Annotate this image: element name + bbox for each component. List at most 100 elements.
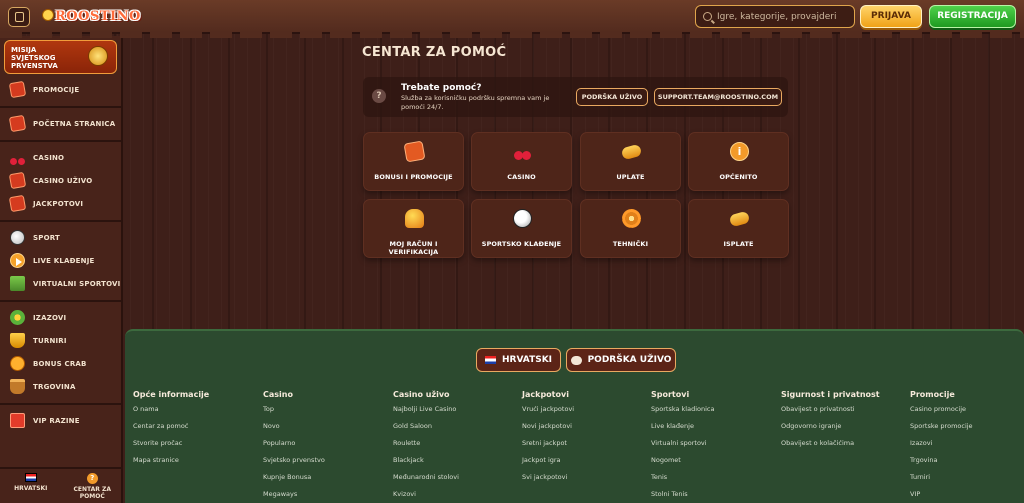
sidebar-item-promocije[interactable]: PROMOCIJE	[0, 78, 121, 101]
footer-link[interactable]: Sportske promocije	[910, 422, 973, 430]
footer-link[interactable]: Novo	[263, 422, 325, 430]
footer-link[interactable]: Stolni Tenis	[651, 490, 714, 498]
login-button[interactable]: PRIJAVA	[860, 5, 922, 28]
footer-link[interactable]: Mapa stranice	[133, 456, 209, 464]
sidebar-item-bonus-crab[interactable]: BONUS CRAB	[0, 352, 121, 375]
footer-link[interactable]: Međunarodni stolovi	[393, 473, 459, 481]
trophy-icon	[88, 46, 108, 66]
search-box[interactable]	[695, 5, 855, 28]
sidebar-item-virtualni-sportovi[interactable]: VIRTUALNI SPORTOVI	[0, 272, 121, 295]
sidebar-item-vip-razine[interactable]: VIP RAZINE	[0, 409, 121, 432]
footer-column-casino-uzivo: Casino uživo Najbolji Live Casino Gold S…	[393, 390, 459, 503]
footer-link[interactable]: Megaways	[263, 490, 325, 498]
help-tile-casino[interactable]: CASINO	[471, 132, 572, 191]
footer-link[interactable]: Tenis	[651, 473, 714, 481]
footer-link[interactable]: Odgovorno igranje	[781, 422, 880, 430]
sidebar-item-izazovi[interactable]: IZAZOVI	[0, 306, 121, 329]
footer-link[interactable]: VIP	[910, 490, 973, 498]
sidebar-item-label: JACKPOTOVI	[33, 199, 84, 208]
support-email-button[interactable]: SUPPORT.TEAM@ROOSTINO.COM	[654, 88, 782, 106]
sidebar-item-home[interactable]: POČETNA STRANICA	[0, 112, 121, 135]
bonus-icon	[403, 140, 426, 163]
rooster-icon	[405, 209, 424, 228]
sidebar-item-casino-uzivo[interactable]: CASINO UŽIVO	[0, 169, 121, 192]
sidebar-toggle-button[interactable]	[8, 7, 30, 27]
mission-banner[interactable]: MISIJA SVJETSKOG PRVENSTVA	[4, 40, 117, 74]
soccer-ball-icon	[10, 230, 25, 245]
help-tile-uplate[interactable]: UPLATE	[580, 132, 681, 191]
footer-link[interactable]: Turniri	[910, 473, 973, 481]
footer-link[interactable]: Roulette	[393, 439, 459, 447]
footer-link[interactable]: Svi jackpotovi	[522, 473, 574, 481]
sidebar-item-live-kladenje[interactable]: LIVE KLAĐENJE	[0, 249, 121, 272]
footer-link[interactable]: Centar za pomoć	[133, 422, 209, 430]
sidebar-item-trgovina[interactable]: TRGOVINA	[0, 375, 121, 398]
logo[interactable]: ROOSTINO	[42, 4, 141, 32]
footer-link[interactable]: Jackpot igra	[522, 456, 574, 464]
help-tile-label: MOJ RAČUN I VERIFIKACIJA	[388, 240, 439, 256]
footer-link[interactable]: Casino promocije	[910, 405, 973, 413]
help-tile-tehnicki[interactable]: TEHNIČKI	[580, 199, 681, 258]
sidebar-footer: HRVATSKI ? CENTAR ZA POMOĆ	[0, 467, 123, 503]
support-label: PODRŠKA UŽIVO	[587, 355, 672, 365]
footer-link[interactable]: Nogomet	[651, 456, 714, 464]
croatian-flag-icon	[484, 356, 496, 364]
help-tile-sportsko-kladenje[interactable]: SPORTSKO KLAĐENJE	[471, 199, 572, 258]
footer-link[interactable]: Trgovina	[910, 456, 973, 464]
footer-link[interactable]: Kupnje Bonusa	[263, 473, 325, 481]
cherry-icon	[513, 142, 532, 161]
footer-link[interactable]: Obavijest o kolačićima	[781, 439, 880, 447]
question-icon: ?	[372, 89, 386, 103]
sidebar-help-label: CENTAR ZA POMOĆ	[73, 486, 112, 500]
footer-link[interactable]: Blackjack	[393, 456, 459, 464]
sidebar-help-button[interactable]: ? CENTAR ZA POMOĆ	[62, 469, 124, 503]
footer-link[interactable]: Najbolji Live Casino	[393, 405, 459, 413]
sidebar-item-label: TRGOVINA	[33, 382, 76, 391]
footer-link[interactable]: Novi jackpotovi	[522, 422, 574, 430]
register-button[interactable]: REGISTRACIJA	[929, 5, 1016, 28]
help-tile-opcenito[interactable]: i OPĆENITO	[688, 132, 789, 191]
nav-group-challenges: IZAZOVI TURNIRI BONUS CRAB TRGOVINA	[0, 302, 121, 405]
footer-link[interactable]: Virtualni sportovi	[651, 439, 714, 447]
cards-icon	[8, 171, 27, 190]
help-tile-label: TEHNIČKI	[612, 240, 649, 248]
gear-icon	[622, 209, 641, 228]
footer-link[interactable]: Izazovi	[910, 439, 973, 447]
footer-link[interactable]: Obavijest o privatnosti	[781, 405, 880, 413]
language-label: HRVATSKI	[501, 355, 553, 365]
footer-link[interactable]: Kvizovi	[393, 490, 459, 498]
help-banner: ? Trebate pomoć? Služba za korisničku po…	[363, 77, 788, 117]
footer-link[interactable]: Stvorite pročac	[133, 439, 209, 447]
sidebar-item-label: VIP RAZINE	[33, 416, 80, 425]
page-title: CENTAR ZA POMOĆ	[362, 45, 507, 60]
logo-text: ROOSTINO	[55, 9, 141, 24]
home-icon	[8, 114, 27, 133]
help-tile-bonusi[interactable]: BONUSI I PROMOCIJE	[363, 132, 464, 191]
language-button[interactable]: HRVATSKI	[476, 348, 561, 372]
coin-icon	[620, 143, 643, 161]
footer-link[interactable]: Vrući jackpotovi	[522, 405, 574, 413]
footer-link[interactable]: Svjetsko prvenstvo	[263, 456, 325, 464]
footer-link[interactable]: Sretni jackpot	[522, 439, 574, 447]
footer-live-support-button[interactable]: PODRŠKA UŽIVO	[566, 348, 676, 372]
search-icon	[703, 12, 712, 21]
live-support-button[interactable]: PODRŠKA UŽIVO	[576, 88, 648, 106]
footer-link[interactable]: Top	[263, 405, 325, 413]
help-tile-isplate[interactable]: ISPLATE	[688, 199, 789, 258]
footer-link[interactable]: Popularno	[263, 439, 325, 447]
sidebar-item-turniri[interactable]: TURNIRI	[0, 329, 121, 352]
search-input[interactable]	[717, 11, 852, 22]
footer-link[interactable]: Live klađenje	[651, 422, 714, 430]
footer-column-title: Promocije	[910, 390, 955, 399]
footer-link[interactable]: Sportska kladionica	[651, 405, 714, 413]
flag-icon	[10, 276, 25, 291]
footer-link[interactable]: Gold Saloon	[393, 422, 459, 430]
sidebar-item-jackpotovi[interactable]: JACKPOTOVI	[0, 192, 121, 215]
sidebar-language-button[interactable]: HRVATSKI	[0, 469, 62, 503]
help-tile-moj-racun[interactable]: MOJ RAČUN I VERIFIKACIJA	[363, 199, 464, 258]
help-tile-label: OPĆENITO	[719, 173, 758, 181]
mission-label: MISIJA SVJETSKOG PRVENSTVA	[11, 46, 58, 70]
sidebar-item-casino[interactable]: CASINO	[0, 146, 121, 169]
footer-link[interactable]: O nama	[133, 405, 209, 413]
sidebar-item-sport[interactable]: SPORT	[0, 226, 121, 249]
